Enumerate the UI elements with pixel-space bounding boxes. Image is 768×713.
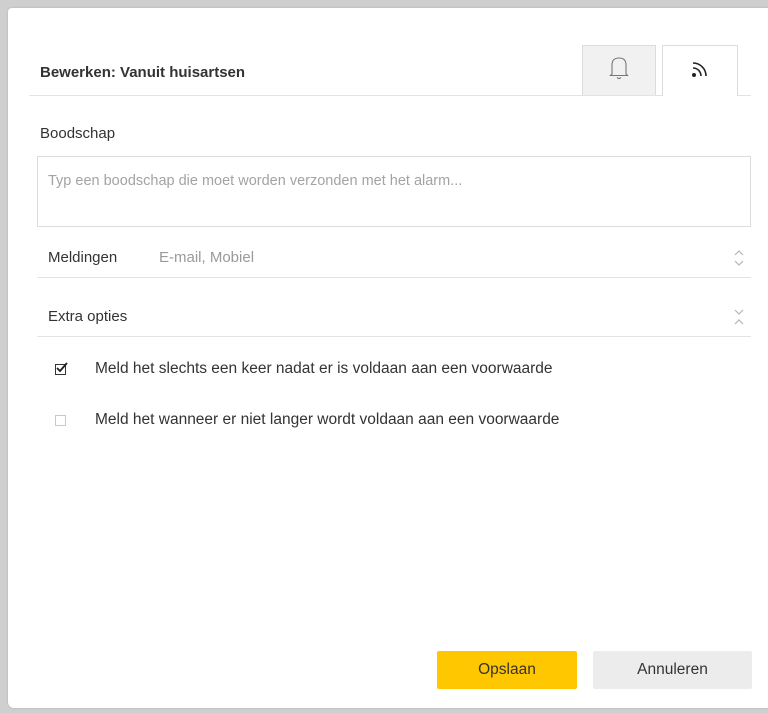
rss-icon [691, 60, 709, 83]
dialog-header: Bewerken: Vanuit huisartsen [29, 37, 751, 96]
tab-feed[interactable] [662, 45, 738, 96]
extra-options-label: Extra opties [48, 308, 128, 325]
option-no-longer-checkbox[interactable] [55, 414, 66, 426]
option-once[interactable]: Meld het slechts een keer nadat er is vo… [55, 360, 553, 378]
collapse-chevrons-icon[interactable] [733, 307, 745, 332]
message-textarea[interactable]: Typ een boodschap die moet worden verzon… [37, 156, 751, 227]
save-button[interactable]: Opslaan [437, 651, 577, 689]
notifications-value: E-mail, Mobiel [159, 249, 255, 266]
extra-options-row[interactable]: Extra opties [37, 298, 751, 337]
cancel-button[interactable]: Annuleren [593, 651, 752, 689]
option-no-longer[interactable]: Meld het wanneer er niet langer wordt vo… [55, 411, 559, 429]
edit-dialog [8, 8, 768, 708]
notifications-row[interactable]: Meldingen E-mail, Mobiel [37, 239, 751, 278]
notifications-label: Meldingen [48, 249, 118, 266]
tab-alarm[interactable] [582, 45, 656, 95]
dialog-title: Bewerken: Vanuit huisartsen [40, 64, 246, 81]
option-once-label: Meld het slechts een keer nadat er is vo… [95, 360, 553, 377]
message-label: Boodschap [40, 125, 116, 142]
option-once-checkbox[interactable] [55, 361, 68, 375]
bell-icon [609, 55, 629, 86]
sort-chevrons-icon[interactable] [733, 248, 745, 273]
option-no-longer-label: Meld het wanneer er niet langer wordt vo… [95, 411, 560, 428]
